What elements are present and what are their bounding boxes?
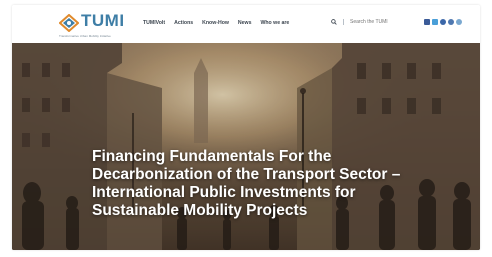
search-icon[interactable] [331,19,337,25]
tumi-logo[interactable]: TUMI Transformative Urban Mobility Initi… [59,11,137,38]
main-nav: TUMIVolt Actions Know-How News Who we ar… [143,20,298,26]
nav-item-who-we-are[interactable]: Who we are [260,20,289,26]
nav-item-tumivolt[interactable]: TUMIVolt [143,20,165,26]
search-input[interactable] [350,19,400,25]
site-header: TUMI Transformative Urban Mobility Initi… [12,5,480,43]
hero-title[interactable]: Financing Fundamentals For the Decarboni… [92,148,432,220]
social-links [424,19,462,25]
hero-title-line-4: Sustainable Mobility Projects [92,202,308,219]
hero-title-line-2: Decarbonization of the Transport Sector … [92,166,401,183]
nav-item-actions[interactable]: Actions [174,20,193,26]
logo-wordmark: TUMI [81,11,125,30]
page-frame: TUMI Transformative Urban Mobility Initi… [12,5,480,250]
hero-title-line-3: International Public Investments for [92,184,356,201]
instagram-icon[interactable] [456,19,462,25]
pinterest-icon[interactable] [448,19,454,25]
hero-banner: Financing Fundamentals For the Decarboni… [12,43,480,250]
youtube-icon[interactable] [440,19,446,25]
hero-title-line-1: Financing Fundamentals For the [92,148,332,165]
twitter-icon[interactable] [432,19,438,25]
nav-item-know-how[interactable]: Know-How [202,20,229,26]
logo-tagline: Transformative Urban Mobility Initiative [59,34,111,38]
tumi-logo-icon [59,14,79,32]
nav-item-news[interactable]: News [238,20,252,26]
facebook-icon[interactable] [424,19,430,25]
search-bar [331,19,400,25]
search-divider [343,19,344,25]
